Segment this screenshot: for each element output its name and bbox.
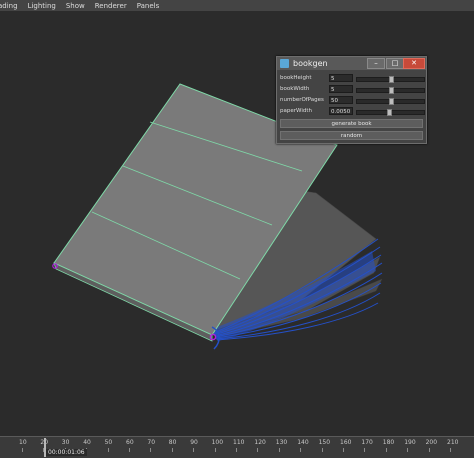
number-of-pages-label: numberOfPages [280,97,324,103]
timeline-tick [364,448,366,452]
timeline-tick-label: 100 [211,439,224,446]
number-of-pages-slider[interactable] [356,98,425,105]
close-button[interactable]: ✕ [403,58,425,69]
timeline-tick-label: 110 [233,439,245,446]
number-of-pages-row: numberOfPages 50 [280,96,425,105]
timeline-tick [236,448,237,452]
timeline-tick [107,448,109,452]
timeline-tick-label: 160 [340,439,352,446]
window-titlebar[interactable]: bookgen – □ ✕ [277,57,426,70]
paper-width-slider[interactable] [356,109,425,116]
timeline-tick [193,448,195,452]
menu-renderer[interactable]: Renderer [95,2,127,10]
menu-bar: ading Lighting Show Renderer Panels [0,0,474,11]
timeline-tick-label: 180 [382,439,395,446]
timeline-tick-label: 190 [404,439,416,446]
minimize-button[interactable]: – [367,58,385,69]
random-button[interactable]: random [280,131,423,140]
generate-book-button[interactable]: generate book [280,119,423,128]
timeline-tick [321,448,323,452]
book-width-row: bookWidth 5 [280,85,425,94]
timeline-tick [214,448,216,452]
paper-width-label: paperWidth [280,108,312,114]
3d-viewport[interactable]: bookgen – □ ✕ bookHeight 5 bookWidth 5 n… [0,11,474,436]
timeline-tick [171,448,173,452]
timeline-tick-label: 90 [190,439,198,446]
paper-width-row: paperWidth 0.0050 [280,107,425,116]
time-slider[interactable]: 1020304050607080901001101201301401501601… [0,436,474,458]
timeline-tick [257,448,259,452]
timeline-tick [22,448,23,452]
timeline-tick-label: 50 [104,439,113,446]
maya-window-icon [280,59,289,68]
bookgen-window[interactable]: bookgen – □ ✕ bookHeight 5 bookWidth 5 n… [276,56,427,144]
timeline-tick-label: 30 [61,439,70,446]
menu-shading[interactable]: ading [0,2,18,10]
maximize-button[interactable]: □ [386,58,404,69]
slider-thumb[interactable] [389,87,394,94]
timeline-tick [450,448,451,452]
timeline-tick-label: 60 [126,439,134,446]
book-height-slider[interactable] [356,76,425,83]
book-height-field[interactable]: 5 [329,74,353,82]
slider-thumb[interactable] [387,109,392,116]
timeline-tick-label: 130 [275,439,288,446]
menu-show[interactable]: Show [66,2,85,10]
window-title: bookgen [293,59,328,68]
timeline-tick [278,448,280,452]
menu-lighting[interactable]: Lighting [28,2,56,10]
timeline-tick-label: 70 [147,439,156,446]
book-width-field[interactable]: 5 [329,85,353,93]
timeline-tick-label: 170 [361,439,373,446]
timeline-tick-label: 140 [297,439,309,446]
timeline-tick-label: 210 [447,439,459,446]
timeline-tick-label: 80 [168,439,177,446]
timeline-tick [343,448,344,452]
paper-width-field[interactable]: 0.0050 [329,107,353,115]
slider-thumb[interactable] [389,76,394,83]
timeline-tick [407,448,409,452]
timecode-readout: 00:00:01:06 [46,449,87,456]
timeline-tick-label: 10 [19,439,27,446]
timeline-tick-label: 40 [83,439,91,446]
timeline-tick-label: 150 [318,439,331,446]
timeline-tick [385,448,387,452]
number-of-pages-field[interactable]: 50 [329,96,353,104]
timeline-tick [428,448,430,452]
timeline-tick [150,448,152,452]
timeline-tick [300,448,302,452]
book-width-label: bookWidth [280,86,310,92]
book-width-slider[interactable] [356,87,425,94]
timeline-tick [129,448,130,452]
timeline-tick-label: 200 [425,439,438,446]
timeline-tick-label: 120 [254,439,266,446]
menu-panels[interactable]: Panels [137,2,160,10]
slider-thumb[interactable] [389,98,394,105]
book-height-row: bookHeight 5 [280,74,425,83]
book-height-label: bookHeight [280,75,312,81]
